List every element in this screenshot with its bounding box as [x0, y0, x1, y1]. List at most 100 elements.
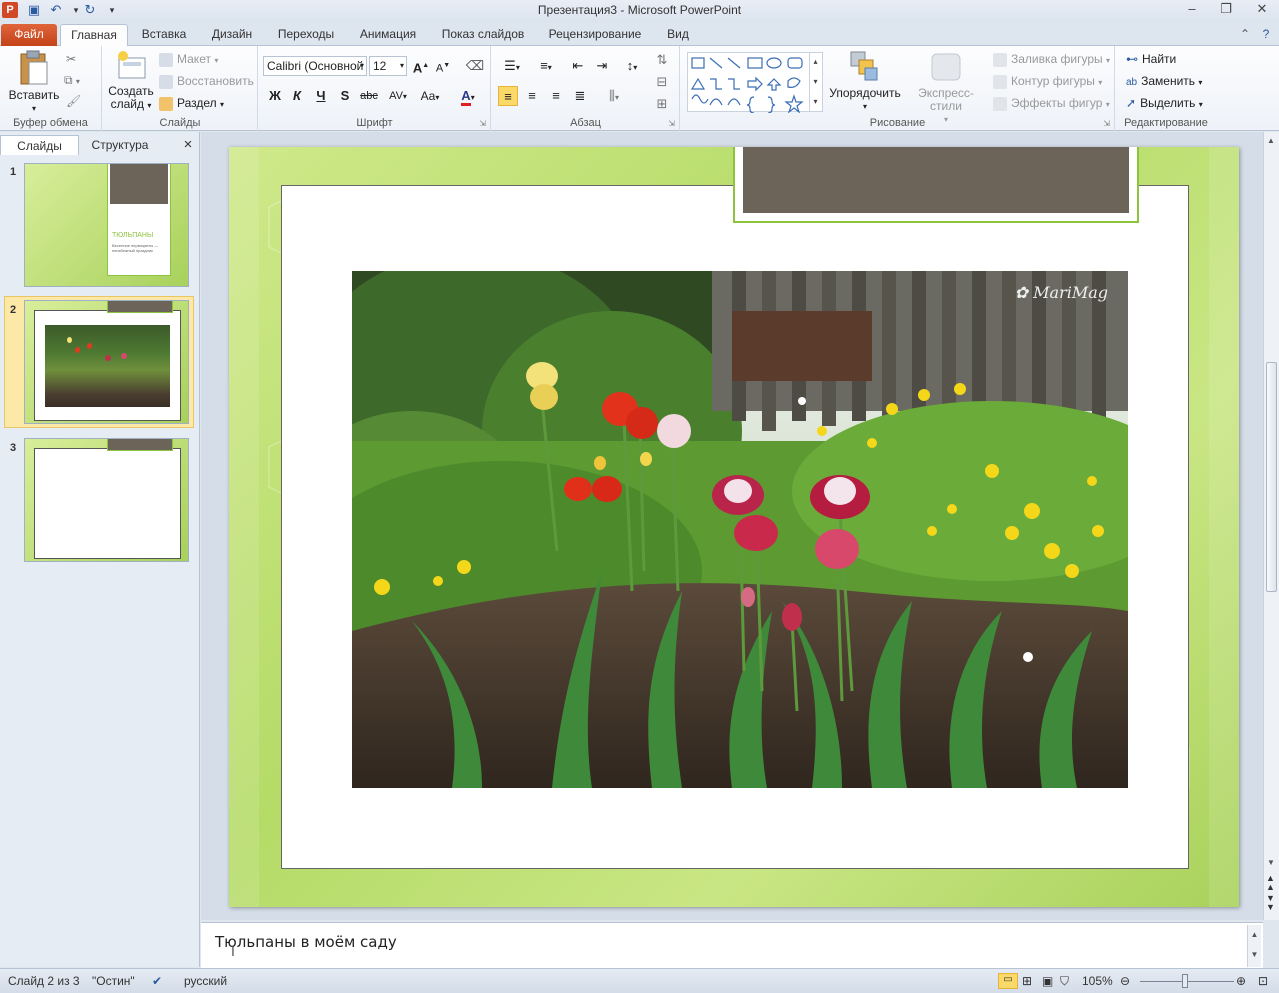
align-center-button[interactable]: ≡: [522, 86, 542, 106]
shape-outline-button[interactable]: Контур фигуры ▾: [993, 74, 1102, 89]
shadow-button[interactable]: S: [335, 86, 355, 106]
justify-button[interactable]: ≣: [570, 86, 590, 106]
decrease-indent-icon[interactable]: ⇤: [568, 56, 588, 76]
format-painter-icon[interactable]: 🖌: [66, 94, 81, 108]
clear-format-icon[interactable]: ⌫: [465, 56, 485, 76]
current-slide[interactable]: ✿ MariMag: [229, 147, 1239, 907]
slide-thumbnail-2[interactable]: [24, 300, 189, 424]
slideshow-view-icon[interactable]: ⛉: [1060, 974, 1069, 989]
new-slide-button[interactable]: Создать слайд ▾: [107, 50, 155, 112]
smartart-icon[interactable]: ⊞: [652, 94, 672, 114]
zoom-out-icon[interactable]: ⊖: [1120, 974, 1130, 988]
shrink-font-button[interactable]: A▼: [433, 56, 453, 76]
minimize-ribbon-icon[interactable]: ⌃: [1236, 24, 1254, 46]
help-icon[interactable]: ?: [1256, 24, 1276, 46]
increase-indent-icon[interactable]: ⇥: [592, 56, 612, 76]
vertical-scrollbar[interactable]: ▲ ▼ ▲ ▲ ▼ ▼: [1263, 132, 1279, 920]
cut-icon[interactable]: ✂: [66, 52, 76, 66]
title-placeholder[interactable]: [733, 147, 1139, 223]
layout-icon: [159, 52, 173, 67]
numbering-icon[interactable]: ≡▾: [532, 56, 560, 76]
tab-file[interactable]: Файл: [1, 24, 57, 46]
italic-button[interactable]: К: [287, 86, 307, 106]
theme-name[interactable]: "Остин": [92, 974, 135, 988]
zoom-level[interactable]: 105%: [1082, 974, 1113, 988]
slide-number: 1: [10, 166, 17, 178]
text-direction-icon[interactable]: ⇅: [652, 50, 672, 70]
normal-view-icon[interactable]: ▭: [998, 973, 1018, 989]
zoom-in-icon[interactable]: ⊕: [1236, 974, 1246, 988]
strikethrough-button[interactable]: abc: [359, 86, 379, 106]
select-button[interactable]: ➚ Выделить ▾: [1126, 96, 1203, 110]
notes-pane[interactable]: Тюльпаны в моём саду I ▲ ▼: [201, 922, 1263, 968]
shape-fill-button[interactable]: Заливка фигуры ▾: [993, 52, 1110, 67]
close-button[interactable]: ✕: [1248, 0, 1276, 20]
notes-text[interactable]: Тюльпаны в моём саду: [215, 933, 397, 951]
tab-home[interactable]: Главная: [60, 24, 128, 46]
slide-sorter-icon[interactable]: ⊞: [1022, 974, 1032, 988]
quick-styles-button[interactable]: Экспресс-стили ▾: [903, 50, 989, 126]
spellcheck-icon[interactable]: ✔: [152, 974, 162, 988]
tab-design[interactable]: Дизайн: [204, 24, 260, 46]
grow-font-button[interactable]: A▲: [411, 56, 431, 76]
char-spacing-button[interactable]: AV▾: [385, 86, 411, 106]
layout-button[interactable]: Макет ▾: [159, 52, 218, 67]
replace-icon: ab: [1126, 77, 1138, 88]
thumb-photo: [45, 325, 170, 407]
align-left-button[interactable]: ≡: [498, 86, 518, 106]
scroll-up-icon[interactable]: ▲: [1267, 136, 1275, 145]
underline-button[interactable]: Ч: [311, 86, 331, 106]
scrollbar-thumb[interactable]: [1266, 362, 1277, 592]
align-text-icon[interactable]: ⊟: [652, 72, 672, 92]
font-color-button[interactable]: A▾: [455, 86, 481, 106]
line-spacing-icon[interactable]: ↕▾: [618, 56, 646, 76]
change-case-button[interactable]: Aa▾: [417, 86, 443, 106]
section-button[interactable]: Раздел ▾: [159, 96, 224, 111]
language-indicator[interactable]: русский: [184, 974, 227, 988]
replace-button[interactable]: ab Заменить ▾: [1126, 74, 1202, 88]
slide-number: 3: [10, 442, 17, 454]
find-button[interactable]: ⊷ Найти: [1126, 52, 1176, 66]
previous-slide-icon[interactable]: ▲ ▲: [1266, 874, 1275, 892]
tab-transitions[interactable]: Переходы: [272, 24, 340, 46]
reset-button[interactable]: Восстановить: [159, 74, 254, 89]
bold-button[interactable]: Ж: [265, 86, 285, 106]
tab-slides[interactable]: Слайды: [0, 135, 79, 155]
shape-effects-button[interactable]: Эффекты фигур ▾: [993, 96, 1110, 111]
slide-thumbnail-1[interactable]: ТЮЛЬПАНЫ Весенние первоцветы — неизбежны…: [24, 163, 189, 287]
tab-review[interactable]: Рецензирование: [542, 24, 648, 46]
arrange-button[interactable]: Упорядочить ▾: [827, 50, 903, 113]
tab-outline[interactable]: Структура: [80, 135, 160, 155]
reading-view-icon[interactable]: ▣: [1042, 974, 1053, 988]
paste-button[interactable]: Вставить ▾: [6, 50, 62, 115]
shapes-gallery[interactable]: [687, 52, 823, 114]
scroll-down-icon[interactable]: ▼: [1267, 858, 1275, 867]
font-family-combo[interactable]: Calibri (Основной ▾: [263, 56, 367, 76]
minimize-button[interactable]: –: [1178, 0, 1206, 20]
bullets-icon[interactable]: ☰▾: [498, 56, 526, 76]
fit-to-window-icon[interactable]: ⊡: [1258, 974, 1268, 988]
tab-slideshow[interactable]: Показ слайдов: [436, 24, 530, 46]
tab-animation[interactable]: Анимация: [352, 24, 424, 46]
tulip-photo[interactable]: ✿ MariMag: [352, 271, 1128, 788]
paragraph-dialog-launcher-icon[interactable]: ⇲: [668, 119, 675, 128]
copy-icon[interactable]: ⧉ ▾: [64, 73, 80, 88]
restore-button[interactable]: ❐: [1212, 0, 1240, 20]
notes-scrollbar[interactable]: ▲ ▼: [1247, 925, 1261, 967]
font-dialog-launcher-icon[interactable]: ⇲: [479, 119, 486, 128]
zoom-slider-thumb[interactable]: [1182, 974, 1188, 988]
tab-insert[interactable]: Вставка: [136, 24, 192, 46]
columns-icon[interactable]: ⫼▾: [600, 86, 628, 106]
drawing-dialog-launcher-icon[interactable]: ⇲: [1103, 119, 1110, 128]
slide-thumbnail-3[interactable]: [24, 438, 189, 562]
new-slide-icon: [118, 51, 146, 79]
next-slide-icon[interactable]: ▼ ▼: [1266, 894, 1275, 912]
align-right-button[interactable]: ≡: [546, 86, 566, 106]
close-panel-icon[interactable]: ×: [178, 135, 198, 155]
slide-counter: Слайд 2 из 3: [8, 974, 80, 988]
font-size-combo[interactable]: 12 ▾: [369, 56, 407, 76]
clipboard-group: Вставить ▾ ✂ ⧉ ▾ 🖌 Буфер обмена: [0, 46, 102, 131]
slides-group: Создать слайд ▾ Макет ▾ Восстановить Раз…: [103, 46, 258, 131]
tab-view[interactable]: Вид: [660, 24, 696, 46]
shapes-gallery-scroll[interactable]: ▴ ▾ ▾: [809, 52, 821, 112]
